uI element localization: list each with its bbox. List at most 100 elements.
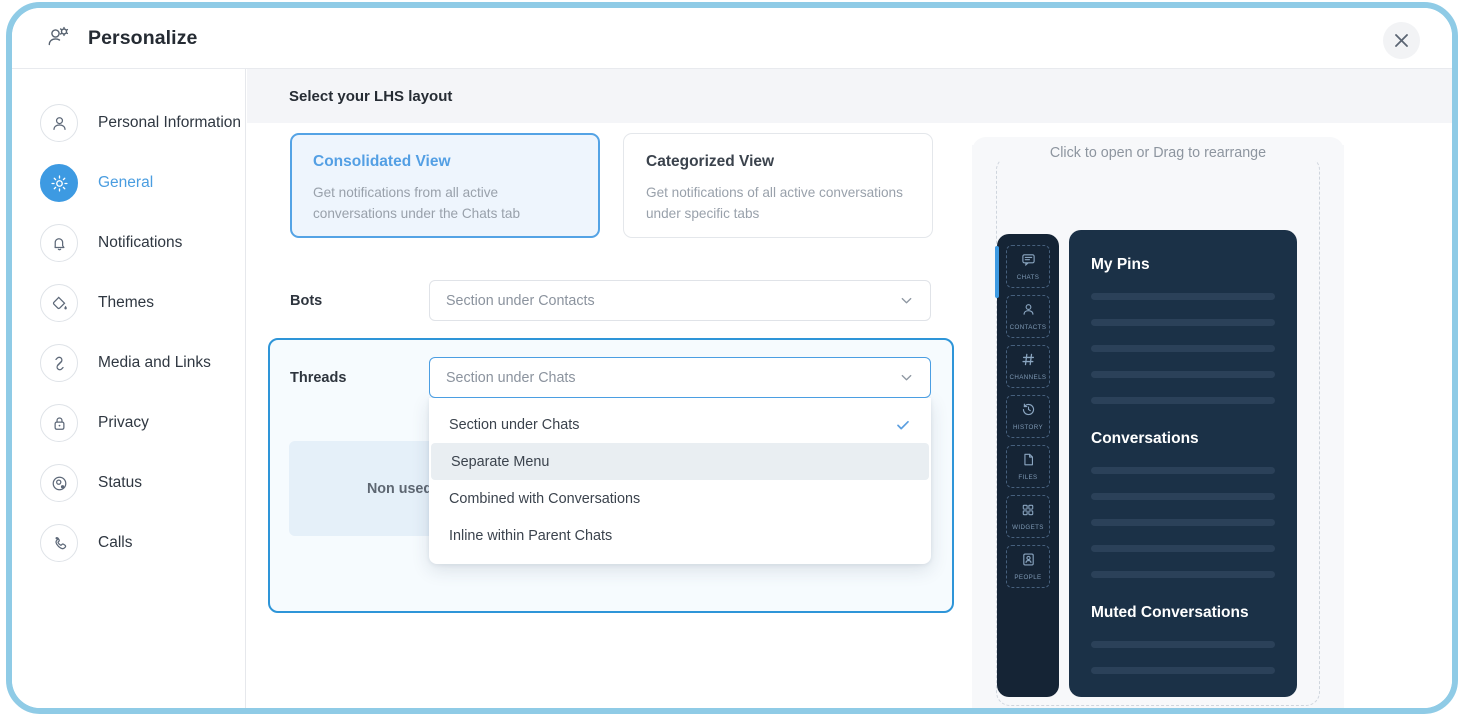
threads-select-value: Section under Chats (446, 370, 899, 386)
hash-icon (1021, 352, 1036, 372)
history-clock-icon (1021, 402, 1036, 422)
placeholder-row (1091, 519, 1275, 526)
sidebar-item-personal-information[interactable]: Personal Information (12, 93, 245, 153)
status-circle-icon (40, 464, 78, 502)
close-icon[interactable] (1383, 22, 1420, 59)
placeholder-row (1091, 293, 1275, 300)
rail-item-label: FILES (1018, 474, 1037, 481)
preview-section-title: My Pins (1091, 256, 1275, 274)
placeholder-row (1091, 345, 1275, 352)
sidebar-item-media-and-links[interactable]: Media and Links (12, 333, 245, 393)
card-title: Categorized View (646, 153, 910, 171)
grid-icon (1021, 503, 1035, 522)
rail-item-label: PEOPLE (1014, 574, 1041, 581)
preview-section-title: Conversations (1091, 430, 1275, 448)
dropdown-option-label: Separate Menu (451, 454, 909, 470)
rail-item-widgets[interactable]: WIDGETS (1006, 495, 1050, 538)
sidebar-item-label: Calls (98, 534, 132, 552)
check-icon (895, 417, 911, 433)
bots-select[interactable]: Section under Contacts (429, 280, 931, 321)
placeholder-row (1091, 467, 1275, 474)
layout-cards: Consolidated View Get notifications from… (290, 133, 933, 238)
sidebar-item-privacy[interactable]: Privacy (12, 393, 245, 453)
phone-icon (40, 524, 78, 562)
rail-item-label: CHATS (1017, 274, 1040, 281)
rail-item-channels[interactable]: CHANNELS (1006, 345, 1050, 388)
sidebar-item-status[interactable]: Status (12, 453, 245, 513)
dropdown-option-combined-with-conversations[interactable]: Combined with Conversations (429, 480, 931, 517)
section-title: Select your LHS layout (247, 69, 1452, 123)
sidebar-item-label: Privacy (98, 414, 149, 432)
rail-item-label: CONTACTS (1010, 324, 1047, 331)
rail-item-history[interactable]: HISTORY (1006, 395, 1050, 438)
rail-item-files[interactable]: FILES (1006, 445, 1050, 488)
sidebar-item-notifications[interactable]: Notifications (12, 213, 245, 273)
placeholder-row (1091, 667, 1275, 674)
rail-item-label: HISTORY (1013, 424, 1043, 431)
threads-select[interactable]: Section under Chats (429, 357, 931, 398)
sidebar-item-label: Status (98, 474, 142, 492)
rail-active-indicator (995, 246, 999, 298)
lhs-preview: Click to open or Drag to rearrange CHATS… (972, 137, 1344, 708)
layout-card-consolidated-view[interactable]: Consolidated View Get notifications from… (290, 133, 600, 238)
file-icon (1021, 452, 1036, 472)
placeholder-row (1091, 397, 1275, 404)
contact-card-icon (1021, 552, 1036, 572)
preview-module-rail: CHATS CONTACTS CHANNELS (997, 234, 1059, 697)
placeholder-row (1091, 371, 1275, 378)
personalize-dialog: Personalize Personal Information (12, 8, 1452, 708)
preview-section-title: Muted Conversations (1091, 604, 1275, 622)
chevron-down-icon (899, 293, 914, 308)
main-content: Select your LHS layout Consolidated View… (247, 69, 1452, 708)
paint-bucket-icon (40, 284, 78, 322)
dropdown-option-label: Section under Chats (449, 417, 895, 433)
bell-icon (40, 224, 78, 262)
rail-item-chats[interactable]: CHATS (1006, 245, 1050, 288)
dropdown-option-label: Combined with Conversations (449, 491, 911, 507)
sidebar-item-label: Themes (98, 294, 154, 312)
settings-sidebar: Personal Information General Notificatio… (12, 69, 246, 708)
placeholder-row (1091, 493, 1275, 500)
app-frame: Personalize Personal Information (6, 2, 1458, 714)
dropdown-option-separate-menu[interactable]: Separate Menu (431, 443, 929, 480)
person-icon (1021, 302, 1036, 322)
placeholder-row (1091, 571, 1275, 578)
sidebar-item-label: Notifications (98, 234, 182, 252)
sidebar-item-themes[interactable]: Themes (12, 273, 245, 333)
preview-conversation-panel: My Pins Conversations Muted Conversation… (1069, 230, 1297, 697)
placeholder-row (1091, 641, 1275, 648)
card-description: Get notifications from all active conver… (313, 182, 577, 224)
rail-item-people[interactable]: PEOPLE (1006, 545, 1050, 588)
rail-item-label: WIDGETS (1012, 524, 1044, 531)
dropdown-option-label: Inline within Parent Chats (449, 528, 911, 544)
card-description: Get notifications of all active conversa… (646, 182, 910, 224)
bots-label: Bots (290, 293, 322, 309)
card-title: Consolidated View (313, 153, 577, 171)
threads-label: Threads (290, 370, 346, 386)
preview-hint-text: Click to open or Drag to rearrange (1040, 145, 1276, 161)
bots-select-value: Section under Contacts (446, 293, 899, 309)
lock-icon (40, 404, 78, 442)
dropdown-option-section-under-chats[interactable]: Section under Chats (429, 406, 931, 443)
page-title: Personalize (88, 27, 197, 50)
person-gear-icon (46, 25, 72, 51)
layout-card-categorized-view[interactable]: Categorized View Get notifications of al… (623, 133, 933, 238)
rail-item-label: CHANNELS (1010, 374, 1047, 381)
chevron-down-icon (899, 370, 914, 385)
chat-bubble-icon (1021, 252, 1036, 272)
sidebar-item-calls[interactable]: Calls (12, 513, 245, 573)
person-icon (40, 104, 78, 142)
threads-dropdown-menu: Section under Chats Separate Menu Combin… (429, 398, 931, 564)
sidebar-item-label: Personal Information (98, 114, 241, 132)
rail-item-contacts[interactable]: CONTACTS (1006, 295, 1050, 338)
placeholder-row (1091, 545, 1275, 552)
link-icon (40, 344, 78, 382)
preview-hint: Click to open or Drag to rearrange (972, 145, 1344, 161)
gear-icon (40, 164, 78, 202)
placeholder-row (1091, 319, 1275, 326)
dialog-titlebar: Personalize (12, 8, 1452, 69)
sidebar-item-general[interactable]: General (12, 153, 245, 213)
sidebar-item-label: Media and Links (98, 354, 211, 372)
sidebar-item-label: General (98, 174, 153, 192)
dropdown-option-inline-within-parent-chats[interactable]: Inline within Parent Chats (429, 517, 931, 554)
